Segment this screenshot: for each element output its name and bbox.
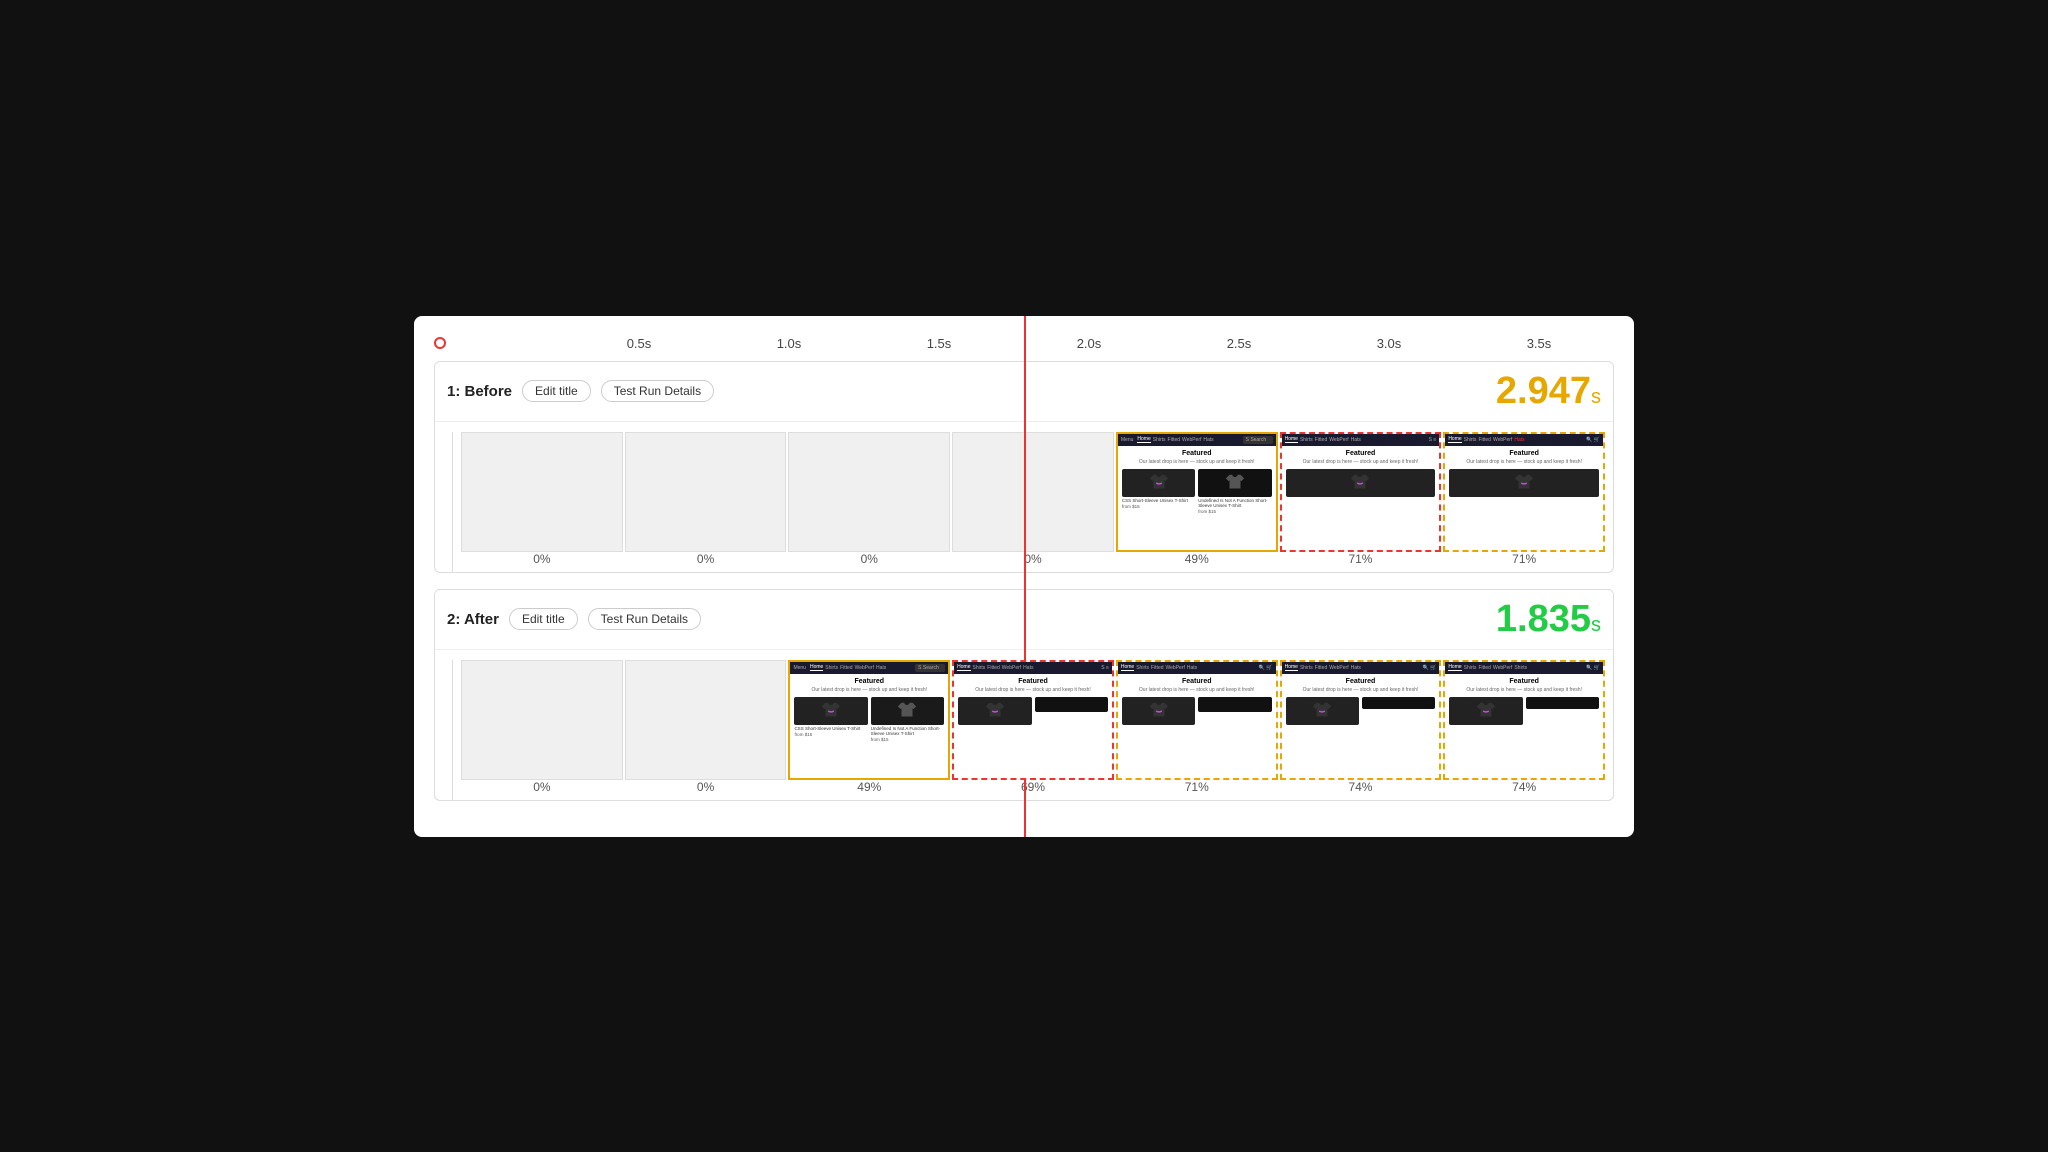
before-pct-6: 71% xyxy=(1443,552,1605,566)
before-pct-1: 0% xyxy=(625,552,787,566)
before-frame-img-3 xyxy=(952,432,1114,552)
after-frame-3: Home Shirts Fitted WebPerf Hats S ≡ xyxy=(952,660,1114,780)
after-pct-2: 49% xyxy=(788,780,950,794)
before-frame-6: Home Shirts Fitted WebPerf Hats 🔍 🛒 xyxy=(1443,432,1605,552)
after-pct-0: 0% xyxy=(461,780,623,794)
after-left-bar xyxy=(435,660,453,800)
after-pct-3: 69% xyxy=(952,780,1114,794)
after-frame-1 xyxy=(625,660,787,780)
after-frame-img-1 xyxy=(625,660,787,780)
after-title: 2: After xyxy=(447,611,499,628)
after-section: 2: After Edit title Test Run Details 1.8… xyxy=(434,589,1614,801)
tick-0: 0.5s xyxy=(564,336,714,351)
before-edit-title-button[interactable]: Edit title xyxy=(522,380,591,402)
after-frame-img-4: Home Shirts Fitted WebPerf Hats 🔍 🛒 xyxy=(1116,660,1278,780)
after-frame-img-2: Menu Home Shirts Fitted WebPerf Hats S S… xyxy=(788,660,950,780)
before-test-run-button[interactable]: Test Run Details xyxy=(601,380,714,402)
after-pct-4: 71% xyxy=(1116,780,1278,794)
after-pct-5: 74% xyxy=(1280,780,1442,794)
timeline-marker xyxy=(434,337,446,349)
before-frames-row: Menu Home Shirts Fitted WebPerf Hats S S… xyxy=(453,432,1613,552)
after-edit-title-button[interactable]: Edit title xyxy=(509,608,578,630)
before-frame-img-2 xyxy=(788,432,950,552)
after-pct-1: 0% xyxy=(625,780,787,794)
after-score: 1.835s xyxy=(1496,598,1601,641)
after-frame-img-3: Home Shirts Fitted WebPerf Hats S ≡ xyxy=(952,660,1114,780)
before-frame-0 xyxy=(461,432,623,552)
after-filmstrip-area: Menu Home Shirts Fitted WebPerf Hats S S… xyxy=(453,660,1613,800)
before-left-bar xyxy=(435,432,453,572)
before-frame-4: Menu Home Shirts Fitted WebPerf Hats S S… xyxy=(1116,432,1278,552)
after-frame-img-5: Home Shirts Fitted WebPerf Hats 🔍 🛒 xyxy=(1280,660,1442,780)
after-content: Menu Home Shirts Fitted WebPerf Hats S S… xyxy=(435,650,1613,800)
after-frames-row: Menu Home Shirts Fitted WebPerf Hats S S… xyxy=(453,660,1613,780)
after-frame-img-6: Home Shirts Fitted WebPerf Shirts 🔍 🛒 xyxy=(1443,660,1605,780)
before-frame-img-0 xyxy=(461,432,623,552)
after-pct-row: 0% 0% 49% 69% 71% 74% 74% xyxy=(453,780,1613,800)
after-frame-img-0 xyxy=(461,660,623,780)
tick-4: 2.5s xyxy=(1164,336,1314,351)
before-pct-5: 71% xyxy=(1280,552,1442,566)
after-frame-5: Home Shirts Fitted WebPerf Hats 🔍 🛒 xyxy=(1280,660,1442,780)
after-frame-2: Menu Home Shirts Fitted WebPerf Hats S S… xyxy=(788,660,950,780)
before-frame-5: Home Shirts Fitted WebPerf Hats S ≡ xyxy=(1280,432,1442,552)
tick-3: 2.0s xyxy=(1014,336,1164,351)
before-frame-img-6: Home Shirts Fitted WebPerf Hats 🔍 🛒 xyxy=(1443,432,1605,552)
before-pct-0: 0% xyxy=(461,552,623,566)
before-frame-1 xyxy=(625,432,787,552)
before-pct-2: 0% xyxy=(788,552,950,566)
after-test-run-button[interactable]: Test Run Details xyxy=(588,608,701,630)
after-frame-0 xyxy=(461,660,623,780)
before-frame-img-4: Menu Home Shirts Fitted WebPerf Hats S S… xyxy=(1116,432,1278,552)
tick-6: 3.5s xyxy=(1464,336,1614,351)
after-frame-6: Home Shirts Fitted WebPerf Shirts 🔍 🛒 xyxy=(1443,660,1605,780)
after-pct-6: 74% xyxy=(1443,780,1605,794)
tick-1: 1.0s xyxy=(714,336,864,351)
before-frame-img-5: Home Shirts Fitted WebPerf Hats S ≡ xyxy=(1280,432,1442,552)
before-pct-4: 49% xyxy=(1116,552,1278,566)
tick-5: 3.0s xyxy=(1314,336,1464,351)
before-pct-row: 0% 0% 0% 0% 49% 71% 71% xyxy=(453,552,1613,572)
after-frame-4: Home Shirts Fitted WebPerf Hats 🔍 🛒 xyxy=(1116,660,1278,780)
timeline-ticks: 0.5s 1.0s 1.5s 2.0s 2.5s 3.0s 3.5s xyxy=(564,336,1614,351)
before-frame-2 xyxy=(788,432,950,552)
before-filmstrip-area: Menu Home Shirts Fitted WebPerf Hats S S… xyxy=(453,432,1613,572)
before-frame-img-1 xyxy=(625,432,787,552)
before-title: 1: Before xyxy=(447,383,512,400)
before-score: 2.947s xyxy=(1496,370,1601,413)
before-pct-3: 0% xyxy=(952,552,1114,566)
main-container: 0.5s 1.0s 1.5s 2.0s 2.5s 3.0s 3.5s 1: Be… xyxy=(414,316,1634,837)
before-frame-3 xyxy=(952,432,1114,552)
tick-2: 1.5s xyxy=(864,336,1014,351)
